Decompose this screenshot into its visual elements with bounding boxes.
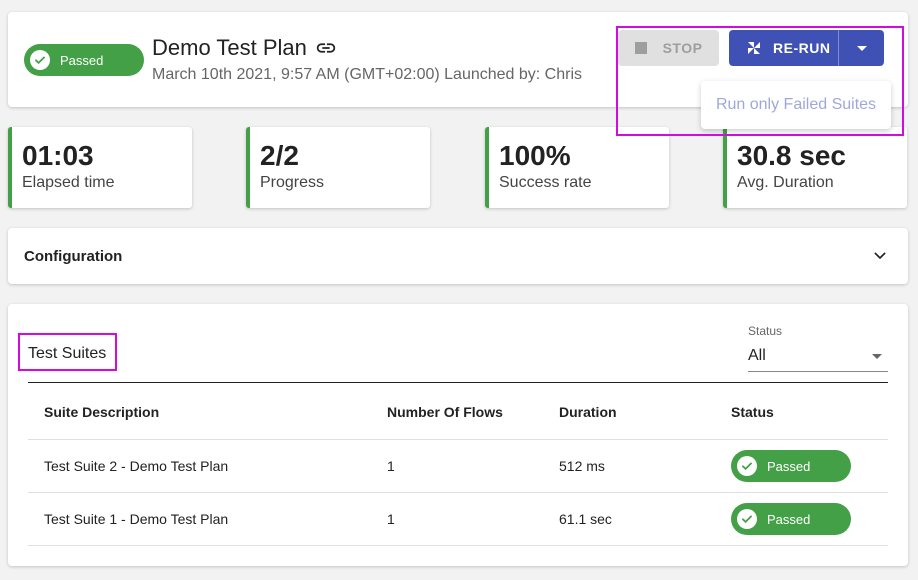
plan-status-badge: Passed <box>24 44 144 76</box>
suite-status-cell: Passed <box>731 440 851 492</box>
check-circle-icon <box>737 509 757 529</box>
suite-description: Test Suite 2 - Demo Test Plan <box>44 458 229 474</box>
status-filter-label: Status <box>748 324 783 338</box>
suite-status-label: Passed <box>767 458 811 474</box>
stat-label: Progress <box>260 174 325 191</box>
check-circle-icon <box>737 456 757 476</box>
stat-value: 30.8 sec <box>737 140 846 171</box>
stat-value: 100% <box>499 140 571 171</box>
suite-status-cell: Passed <box>731 493 851 545</box>
rerun-button[interactable]: RE-RUN <box>729 30 839 66</box>
table-row[interactable]: Test Suite 1 - Demo Test Plan 1 61.1 sec… <box>28 493 888 546</box>
stat-card-elapsed: 01:03 Elapsed time <box>8 127 192 208</box>
test-suites-panel: Test Suites Status All Suite Description… <box>8 304 908 566</box>
status-filter-value: All <box>748 347 766 364</box>
status-filter-select[interactable]: Status All <box>748 324 888 372</box>
stat-value: 2/2 <box>260 140 299 171</box>
suite-status-badge: Passed <box>731 450 851 482</box>
table-divider <box>28 382 888 383</box>
stop-icon <box>634 42 647 54</box>
table-header-row: Suite Description Number Of Flows Durati… <box>28 384 888 440</box>
rerun-button-label: RE-RUN <box>773 40 831 56</box>
chevron-down-icon[interactable] <box>872 248 888 264</box>
suite-flows: 1 <box>387 511 395 527</box>
configuration-title: Configuration <box>24 248 123 265</box>
stat-card-success-rate: 100% Success rate <box>485 127 669 208</box>
page-title: Demo Test Plan <box>152 35 337 61</box>
column-header[interactable]: Status <box>731 384 774 439</box>
suites-table: Suite Description Number Of Flows Durati… <box>28 384 888 546</box>
rerun-split-button: RE-RUN <box>729 30 884 66</box>
link-icon[interactable] <box>315 37 337 59</box>
suite-description: Test Suite 1 - Demo Test Plan <box>44 511 229 527</box>
column-header[interactable]: Suite Description <box>44 384 159 439</box>
check-circle-icon <box>30 50 50 70</box>
suite-duration: 512 ms <box>559 458 605 474</box>
configuration-panel[interactable]: Configuration <box>8 228 908 284</box>
column-header[interactable]: Number Of Flows <box>387 384 503 439</box>
suite-status-badge: Passed <box>731 503 851 535</box>
test-suites-title: Test Suites <box>28 345 107 362</box>
stat-label: Elapsed time <box>22 174 115 191</box>
stop-button[interactable]: STOP <box>618 30 719 66</box>
table-row[interactable]: Test Suite 2 - Demo Test Plan 1 512 ms P… <box>28 440 888 493</box>
column-header[interactable]: Duration <box>559 384 617 439</box>
stat-label: Success rate <box>499 174 592 191</box>
caret-down-icon <box>872 354 882 359</box>
suite-duration: 61.1 sec <box>559 511 612 527</box>
plan-title-text: Demo Test Plan <box>152 35 307 60</box>
suite-status-label: Passed <box>767 511 811 527</box>
stat-value: 01:03 <box>22 140 94 171</box>
stat-label: Avg. Duration <box>737 174 834 191</box>
stop-button-label: STOP <box>662 40 703 56</box>
stat-card-progress: 2/2 Progress <box>246 127 430 208</box>
rerun-menu-item-failed-suites[interactable]: Run only Failed Suites <box>701 81 891 129</box>
suite-flows: 1 <box>387 458 395 474</box>
plan-status-label: Passed <box>60 52 104 68</box>
stat-card-avg-duration: 30.8 sec Avg. Duration <box>723 127 907 208</box>
rerun-options-toggle[interactable] <box>839 30 884 66</box>
caret-down-icon <box>856 45 867 51</box>
pinwheel-icon <box>748 42 760 54</box>
plan-launch-info: March 10th 2021, 9:57 AM (GMT+02:00) Lau… <box>152 66 583 83</box>
